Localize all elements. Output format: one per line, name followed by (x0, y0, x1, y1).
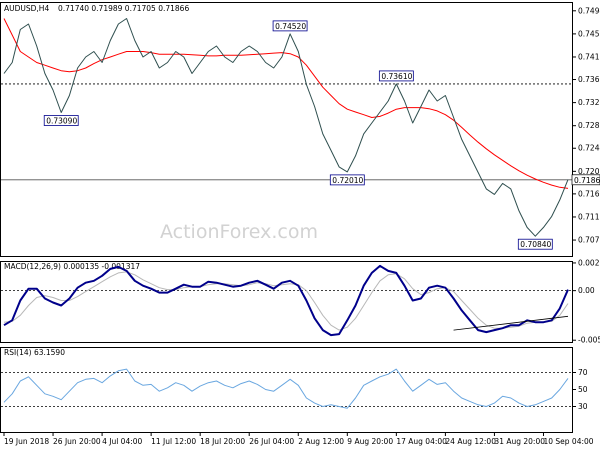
rsi-line (3, 368, 569, 409)
price-panel: AUDUSD,H4 0.71740 0.71989 0.71705 0.7186… (1, 4, 600, 250)
watermark: ActionForex.com (160, 221, 318, 243)
x-tick-label: 18 Jul 20:00 (200, 437, 245, 446)
price-frame (0, 2, 573, 257)
x-tick-label: 24 Aug 12:00 (445, 437, 496, 446)
rsi-series-layer (3, 368, 569, 409)
price-annotation-label: 0.74520 (275, 22, 306, 31)
x-tick-label: 26 Jul 04:00 (249, 437, 294, 446)
y-tick-label: 0.70770 (578, 236, 600, 245)
y-tick-label: 0.72440 (578, 144, 600, 153)
macd-frame (0, 261, 573, 343)
forex-chart: ActionForex.com AUDUSD,H4 0.71740 0.7198… (0, 2, 600, 446)
x-tick-label: 4 Jul 04:00 (102, 437, 142, 446)
current-price-marker: 0.71866 (571, 174, 600, 186)
macd-panel: MACD(12,26,9) 0.000135 -0.001317 0.00280… (1, 258, 600, 345)
price-annotation-label: 0.70840 (520, 240, 551, 249)
price-line (3, 18, 569, 237)
y-tick-label: 0.002804 (578, 258, 600, 267)
x-tick-label: 2 Aug 12:00 (298, 437, 344, 446)
x-tick-label: 19 Jun 2018 (4, 437, 49, 446)
y-tick-label: 30 (578, 402, 588, 411)
y-tick-label: 50 (578, 385, 588, 394)
macd-trendline (453, 315, 569, 331)
rsi-header: RSI(14) 63.1590 (4, 348, 65, 357)
time-axis: 19 Jun 2018 26 Jun 20:00 4 Jul 04:00 11 Jul… (3, 432, 594, 446)
y-tick-label: 0.73270 (578, 98, 600, 107)
current-price-label: 0.71866 (574, 176, 600, 185)
macd-series-layer (3, 264, 569, 337)
y-tick-label: 0.71190 (578, 212, 600, 221)
x-tick-label: 10 Sep 04:00 (543, 437, 593, 446)
y-tick-label: 0.74940 (578, 6, 600, 15)
macd-line (3, 264, 569, 337)
rsi-panel: RSI(14) 63.1590 70 50 30 (1, 348, 588, 411)
macd-y-axis: 0.002804 0.00 -0.005019 (572, 258, 600, 345)
x-tick-label: 17 Aug 04:00 (396, 437, 447, 446)
price-annotation-label: 0.72010 (332, 176, 363, 185)
x-tick-label: 11 Jul 12:00 (151, 437, 196, 446)
price-annotation-label: 0.73610 (381, 72, 412, 81)
y-tick-label: 0.72850 (578, 121, 600, 130)
x-tick-label: 31 Aug 20:00 (494, 437, 545, 446)
rsi-frame (0, 347, 573, 433)
y-tick-label: 0.73690 (578, 75, 600, 84)
price-horizontal-lines (1, 83, 572, 181)
chart-frame (0, 2, 573, 433)
price-header-symbol: AUDUSD,H4 (4, 4, 49, 13)
price-y-axis: 0.74940 0.74520 0.74100 0.73690 0.73270 0.728… (572, 6, 600, 245)
rsi-levels (1, 372, 572, 407)
x-tick-label: 26 Jun 20:00 (53, 437, 101, 446)
price-annotations: 0.73090 0.74520 0.72010 0.73610 0.70840 (43, 20, 553, 250)
y-tick-label: 70 (578, 368, 588, 377)
macd-signal-line (3, 271, 569, 331)
y-tick-label: 0.74100 (578, 52, 600, 61)
y-tick-label: 0.74520 (578, 29, 600, 38)
x-tick-label: 9 Aug 20:00 (347, 437, 393, 446)
price-header-quote: 0.71740 0.71989 0.71705 0.71866 (58, 4, 189, 13)
price-series-layer (3, 18, 569, 237)
rsi-y-axis: 70 50 30 (572, 368, 588, 411)
price-annotation-label: 0.73090 (46, 117, 77, 126)
y-tick-label: 0.00 (578, 286, 595, 295)
y-tick-label: 0.71610 (578, 189, 600, 198)
macd-support-trendline (453, 315, 569, 331)
y-tick-label: -0.005019 (578, 336, 600, 345)
